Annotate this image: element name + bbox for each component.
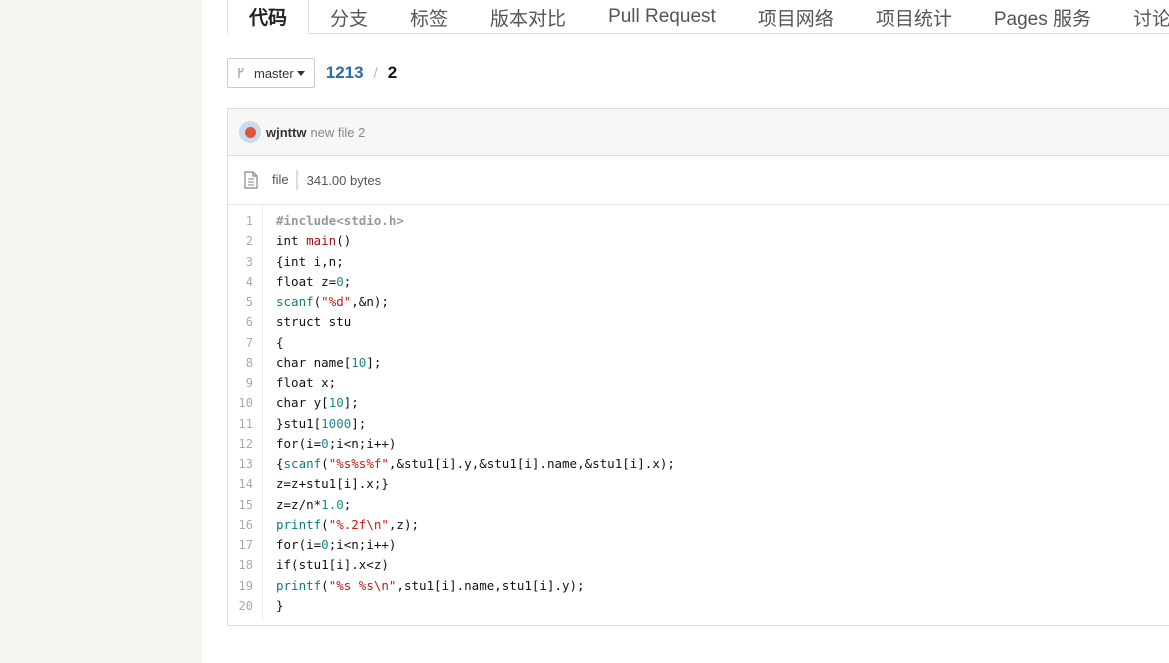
file-info-bar: file 341.00 bytes xyxy=(228,156,1169,205)
code-line: printf("%s %s\n",stu1[i].name,stu1[i].y)… xyxy=(276,577,585,593)
branch-name: master xyxy=(254,65,294,81)
tab-discussion[interactable]: 讨论 xyxy=(1112,0,1169,34)
breadcrumb-repo-link[interactable]: 1213 xyxy=(326,63,364,83)
line-number: 3 xyxy=(245,254,253,269)
code-line: z=z+stu1[i].x;} xyxy=(276,476,389,492)
code-line: printf("%.2f\n",z); xyxy=(276,516,420,532)
line-number: 19 xyxy=(238,578,253,593)
line-number: 20 xyxy=(238,598,253,613)
breadcrumb: 1213 / 2 xyxy=(326,63,397,83)
tab-stats[interactable]: 项目统计 xyxy=(855,0,973,34)
file-size: 341.00 bytes xyxy=(306,172,382,188)
branch-select-button[interactable]: master xyxy=(227,58,315,88)
file-document-icon xyxy=(243,171,259,189)
line-number: 16 xyxy=(238,517,253,532)
file-type-label: file xyxy=(272,170,298,190)
line-number: 9 xyxy=(245,376,253,390)
tab-network[interactable]: 项目网络 xyxy=(737,0,855,34)
tab-pull-request[interactable]: Pull Request xyxy=(587,0,737,34)
line-number: 8 xyxy=(245,355,253,370)
line-number: 7 xyxy=(245,335,253,350)
tab-code[interactable]: 代码 xyxy=(227,0,310,34)
code-line: int main() xyxy=(276,233,352,249)
code-line: {scanf("%s%s%f",&stu1[i].y,&stu1[i].name… xyxy=(276,456,675,471)
commit-author[interactable]: wjnttw xyxy=(266,125,306,140)
line-number: 12 xyxy=(238,436,253,451)
code-line: for(i=0;i<n;i++) xyxy=(276,435,397,451)
code-line: #include<stdio.h> xyxy=(276,213,404,228)
line-number: 11 xyxy=(238,416,253,431)
code-line: scanf("%d",&n); xyxy=(276,294,389,309)
line-number: 6 xyxy=(245,315,253,330)
line-numbers: 1 2 3 4 5 6 7 8 9 10 11 12 13 14 15 16 17 18 19 20 xyxy=(228,205,263,622)
code-line: char name[10]; xyxy=(276,354,382,370)
line-number: 5 xyxy=(245,295,253,309)
code-line: { xyxy=(276,334,284,350)
tab-tags[interactable]: 标签 xyxy=(389,0,469,34)
code-line: for(i=0;i<n;i++) xyxy=(276,537,397,552)
code-line: if(stu1[i].x<z) xyxy=(276,557,389,573)
code-lines: #include<stdio.h> int main() {int i,n; floa… xyxy=(263,205,675,622)
line-number: 14 xyxy=(238,477,253,492)
file-toolbar: master 1213 / 2 xyxy=(227,58,397,88)
avatar[interactable] xyxy=(239,121,261,143)
code-line: struct stu xyxy=(276,314,352,330)
breadcrumb-file: 2 xyxy=(387,63,398,82)
tab-pages[interactable]: Pages 服务 xyxy=(973,0,1112,34)
line-number: 18 xyxy=(238,558,253,573)
line-number: 15 xyxy=(238,497,253,512)
line-number: 2 xyxy=(245,234,253,249)
code-line: } xyxy=(276,597,284,613)
line-number: 1 xyxy=(245,214,253,228)
commit-message[interactable]: new file 2 xyxy=(310,125,365,140)
code-line: {int i,n; xyxy=(276,253,344,269)
commit-bar: wjnttw new file 2 xyxy=(228,109,1169,156)
left-gutter xyxy=(0,0,202,663)
line-number: 10 xyxy=(238,396,253,411)
code-line: z=z/n*1.0; xyxy=(276,496,352,512)
breadcrumb-separator: / xyxy=(373,64,378,82)
line-number: 13 xyxy=(238,457,253,471)
file-viewer: wjnttw new file 2 file 341.00 bytes 1234… xyxy=(227,108,1169,626)
repo-nav-tabs: 代码 分支 标签 版本对比 Pull Request 项目网络 项目统计 Pag… xyxy=(227,0,1169,34)
avatar-dot xyxy=(244,126,256,138)
line-number: 17 xyxy=(238,538,253,552)
tab-compare[interactable]: 版本对比 xyxy=(469,0,587,34)
line-number: 4 xyxy=(245,274,253,289)
code-line: float x; xyxy=(276,375,337,390)
branch-icon xyxy=(236,67,246,79)
code-view: 1 2 3 4 5 6 7 8 9 10 11 12 13 14 15 16 17 18 19 20 #include… xyxy=(228,205,1169,622)
chevron-down-icon xyxy=(296,70,305,76)
code-line: }stu1[1000]; xyxy=(276,415,367,431)
tab-branches[interactable]: 分支 xyxy=(309,0,389,34)
code-line: char y[10]; xyxy=(276,395,359,411)
code-line: float z=0; xyxy=(276,273,352,289)
